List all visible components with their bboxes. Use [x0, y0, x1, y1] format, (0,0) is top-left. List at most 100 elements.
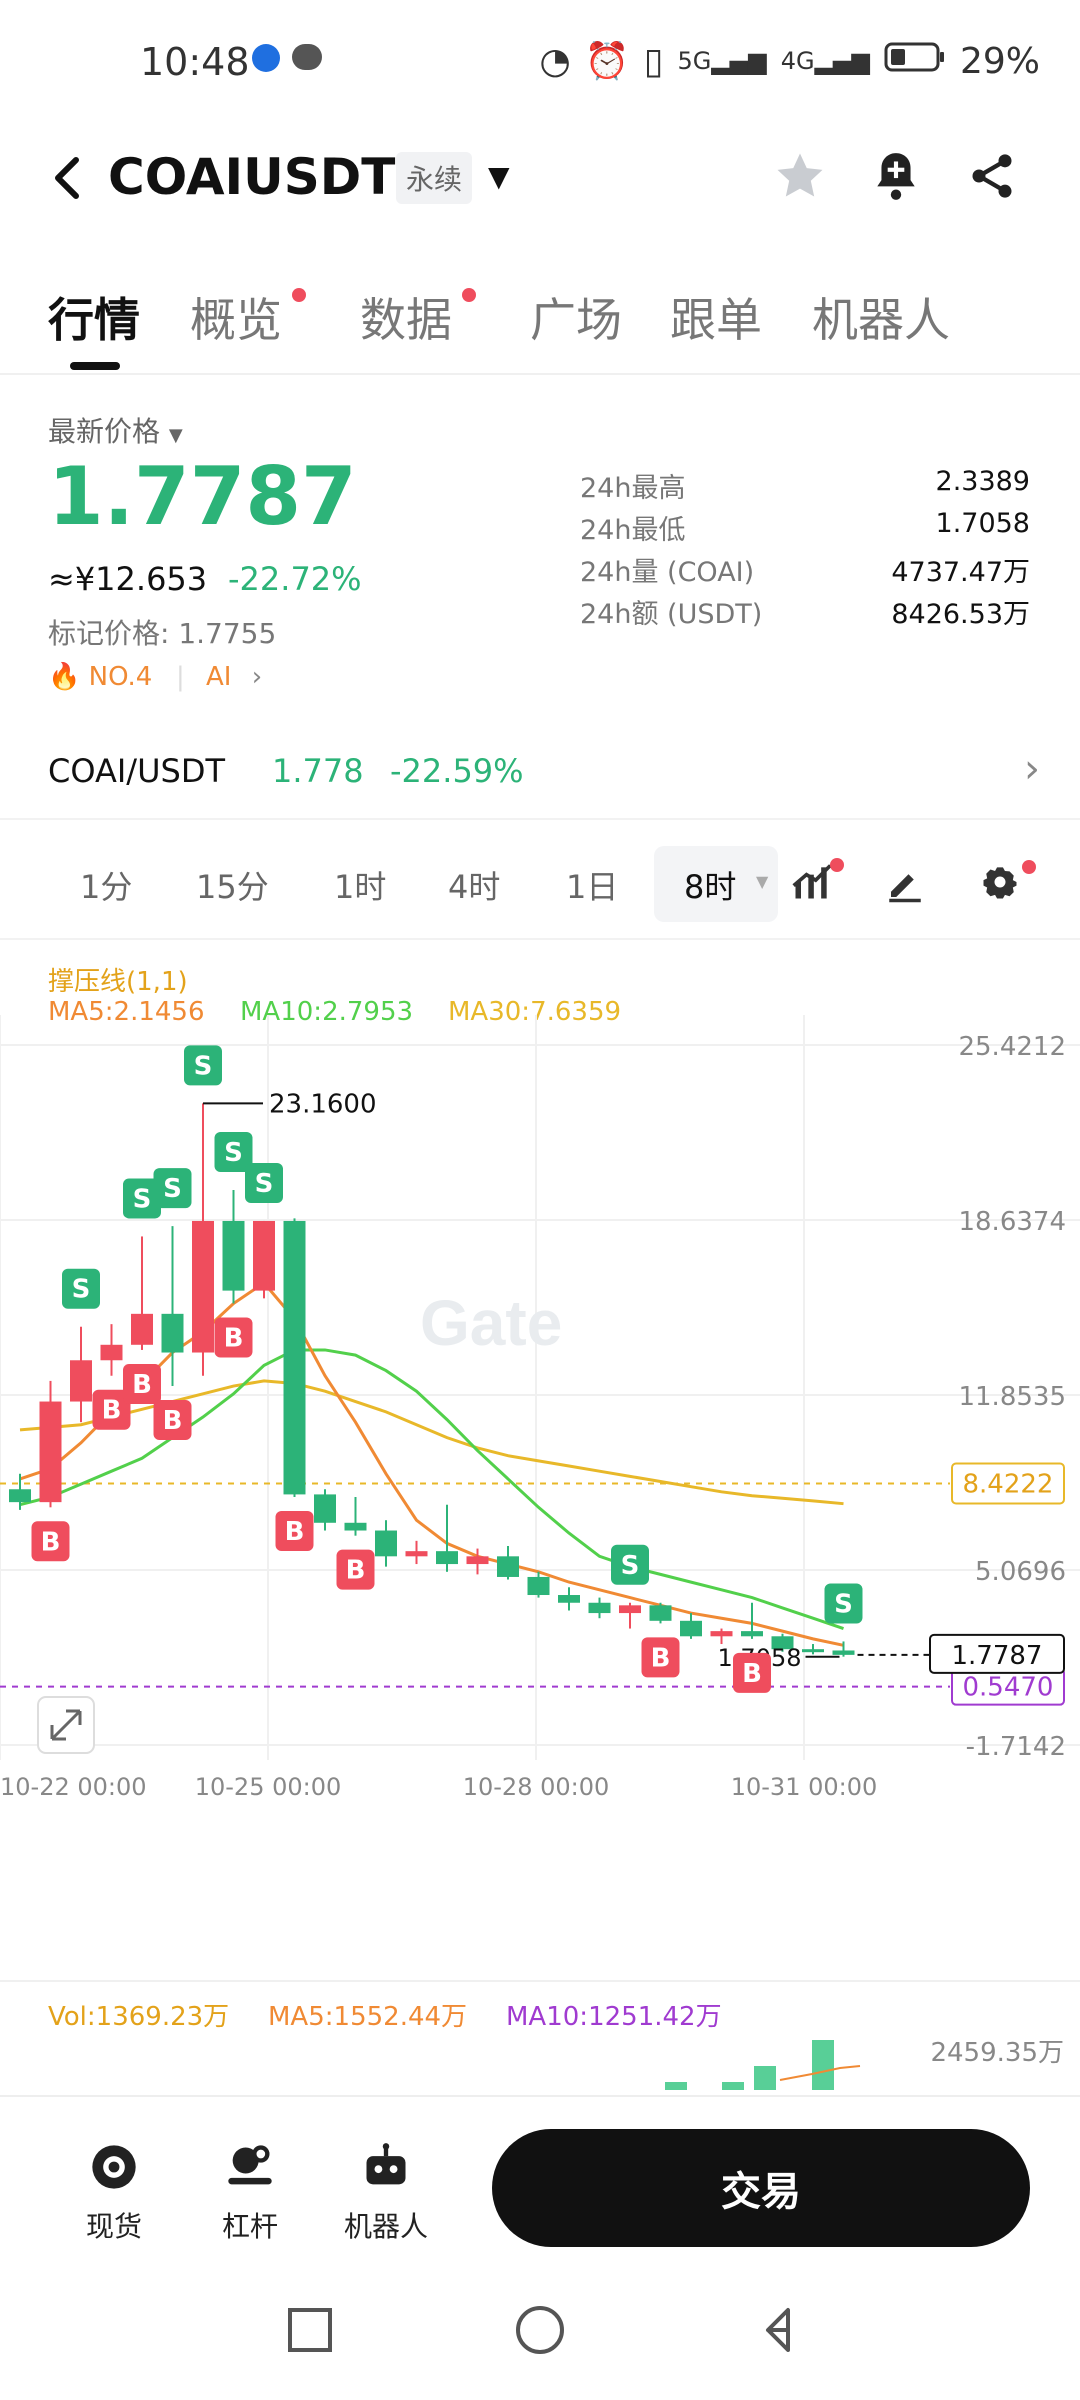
candle-body: [405, 1551, 428, 1557]
candle-body: [588, 1602, 611, 1614]
data-dot-badge: [462, 288, 476, 302]
candle-body: [9, 1489, 31, 1503]
tag-separator: |: [176, 662, 185, 692]
stat-row: 24h量 (COAI) 4737.47万: [580, 557, 1030, 588]
vibrate-icon: ▯: [643, 40, 664, 82]
buy-marker-label: B: [346, 1556, 366, 1586]
spot-pair-row[interactable]: COAI/USDT 1.778 -22.59% ›: [0, 740, 1080, 820]
spot-button[interactable]: 现货: [54, 2141, 174, 2245]
chevron-right-icon: ›: [251, 662, 263, 692]
sell-marker-label: S: [72, 1275, 91, 1305]
home-icon[interactable]: [516, 2306, 564, 2354]
caret-down-icon: ▼: [168, 425, 183, 446]
trade-button[interactable]: 交易: [492, 2129, 1030, 2247]
draw-pencil-icon[interactable]: [884, 862, 926, 908]
buy-marker-label: B: [285, 1517, 305, 1547]
pair-title[interactable]: COAIUSDT: [108, 148, 395, 206]
settings-gear-icon[interactable]: [978, 860, 1022, 908]
fire-icon: 🔥: [48, 662, 81, 692]
latest-price: 1.7787: [48, 450, 357, 543]
x-axis-tick: 10-25 00:00: [195, 1773, 342, 1801]
overview-dot-badge: [292, 288, 306, 302]
sell-marker-label: S: [621, 1551, 640, 1581]
timeframe-1h[interactable]: 1时: [334, 862, 386, 908]
volume-panel: Vol:1369.23万 MA5:1552.44万 MA10:1251.42万 …: [0, 1980, 1080, 2090]
status-right: ◔ ⏰ ▯ 5G▂▄▆ 4G▂▄▆ 29%: [539, 40, 1040, 83]
purple-label: 0.5470: [963, 1673, 1054, 1703]
candle-body: [619, 1605, 641, 1614]
tab-data[interactable]: 数据: [360, 284, 452, 350]
tab-robot[interactable]: 机器人: [812, 284, 950, 350]
buy-marker-label: B: [742, 1659, 762, 1689]
recent-apps-icon[interactable]: [288, 2308, 332, 2352]
latest-price-label[interactable]: 最新价格 ▼: [48, 410, 183, 450]
tab-square[interactable]: 广场: [530, 284, 622, 350]
robot-icon: [366, 2143, 406, 2185]
timeframe-1m[interactable]: 1分: [80, 862, 132, 908]
timeframe-8h[interactable]: 8时: [684, 862, 736, 908]
x-axis-tick: 10-31 00:00: [731, 1773, 878, 1801]
alert-bell-icon[interactable]: [866, 146, 926, 206]
caret-down-icon[interactable]: ▼: [488, 160, 510, 193]
sell-marker-label: S: [133, 1184, 152, 1214]
timeframe-1d[interactable]: 1日: [566, 862, 618, 908]
candle-body: [649, 1605, 672, 1621]
candle-body: [375, 1530, 397, 1557]
active-tab-indicator: [70, 362, 120, 370]
back-nav-icon[interactable]: [766, 2308, 790, 2352]
timeframe-4h[interactable]: 4时: [448, 862, 500, 908]
star-icon[interactable]: [770, 146, 830, 206]
spot-change: -22.59%: [390, 752, 524, 790]
buy-marker-label: B: [651, 1643, 671, 1673]
candle-body: [802, 1649, 824, 1653]
candle-body: [741, 1631, 763, 1637]
y-axis-tick: 5.0696: [975, 1557, 1066, 1587]
sell-marker-label: S: [224, 1138, 243, 1168]
indicator-icon[interactable]: [790, 860, 834, 908]
candle-body: [680, 1620, 702, 1637]
chart-canvas[interactable]: Gate 25.4212 18.6374 11.8535 5.0696 -1.7142 10…: [0, 945, 1080, 1945]
candle-body: [70, 1360, 92, 1402]
bottom-action-bar: 现货 杠杆 机器人 交易: [0, 2095, 1080, 2280]
candle-body: [192, 1220, 214, 1353]
back-icon[interactable]: [48, 148, 88, 222]
tab-overview[interactable]: 概览: [190, 284, 282, 350]
timeframe-15m[interactable]: 15分: [196, 862, 269, 908]
candle-body: [100, 1344, 123, 1361]
candle-body: [497, 1556, 519, 1577]
speed-icon: ◔: [539, 40, 571, 82]
volume-bars: [665, 2040, 861, 2090]
status-time: 10:48: [140, 40, 250, 84]
sector-tag[interactable]: AI ›: [206, 662, 262, 692]
candle-body: [253, 1220, 275, 1291]
tab-copy-trading[interactable]: 跟单: [670, 284, 762, 350]
chevron-right-icon[interactable]: ›: [1024, 746, 1040, 792]
sell-marker-label: S: [194, 1051, 213, 1081]
leverage-button[interactable]: 杠杆: [190, 2141, 310, 2245]
buy-marker-label: B: [102, 1396, 122, 1426]
x-axis-tick: 10-28 00:00: [463, 1773, 610, 1801]
candle-body: [161, 1313, 184, 1353]
alarm-icon: ⏰: [584, 41, 630, 82]
spot-pair: COAI/USDT: [48, 752, 225, 790]
timeframe-bar: 1分 15分 1时 4时 1日 8时 ▼: [0, 830, 1080, 940]
contract-type-badge[interactable]: 永续: [396, 152, 473, 204]
y-axis-tick: 18.6374: [958, 1207, 1066, 1237]
candle-body: [466, 1556, 489, 1565]
system-nav-bar: [0, 2280, 1080, 2400]
candlestick-chart[interactable]: 撑压线(1,1) MA5:2.1456 MA10:2.7953 MA30:7.6…: [0, 945, 1080, 1945]
current-price-label: 1.7787: [952, 1641, 1043, 1671]
message-icon: [292, 44, 322, 70]
rank-tag[interactable]: 🔥 NO.4: [48, 662, 152, 692]
tab-bar: 行情 概览 数据 广场 跟单 机器人: [0, 270, 1080, 375]
robot-button[interactable]: 机器人: [326, 2141, 446, 2245]
price-change: -22.72%: [228, 560, 362, 598]
candle-body: [436, 1551, 458, 1565]
spot-coin-icon: [92, 2145, 136, 2189]
indicator-dot-badge: [830, 858, 844, 872]
candle-body: [710, 1631, 733, 1637]
price-cny: ≈¥12.653: [48, 560, 208, 598]
share-icon[interactable]: [962, 146, 1022, 206]
tab-market[interactable]: 行情: [48, 284, 140, 350]
candle-body: [222, 1220, 245, 1291]
